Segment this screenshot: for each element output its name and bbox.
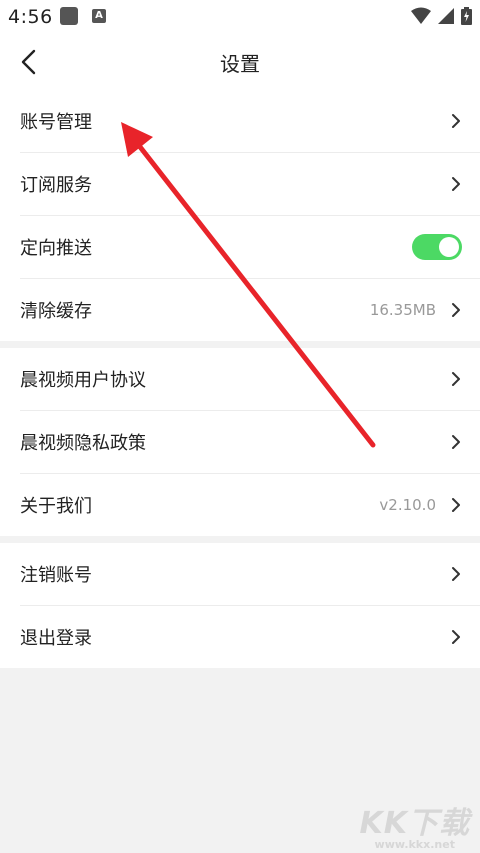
row-label: 晨视频用户协议 xyxy=(20,370,146,391)
row-label: 注销账号 xyxy=(20,565,92,586)
row-label: 关于我们 xyxy=(20,496,92,517)
watermark-url: www.kkx.net xyxy=(374,838,455,851)
status-time: 4:56 xyxy=(8,6,53,28)
font-app-notification-icon: A xyxy=(92,9,106,23)
targeted-push-toggle[interactable] xyxy=(412,234,462,260)
chevron-right-icon xyxy=(452,372,460,386)
clear-cache-row[interactable]: 清除缓存 16.35MB xyxy=(20,279,480,341)
about-us-row[interactable]: 关于我们 v2.10.0 xyxy=(20,474,480,536)
account-management-row[interactable]: 账号管理 xyxy=(20,90,480,153)
targeted-push-row: 定向推送 xyxy=(20,216,480,279)
row-label: 定向推送 xyxy=(20,238,92,259)
chevron-right-icon xyxy=(452,114,460,128)
status-icons xyxy=(411,7,472,25)
chevron-right-icon xyxy=(452,177,460,191)
wifi-icon xyxy=(411,7,431,24)
signal-icon xyxy=(438,8,454,24)
settings-group-account: 账号管理 订阅服务 定向推送 清除缓存 16.35MB xyxy=(0,90,480,341)
chevron-right-icon xyxy=(452,567,460,581)
row-label: 晨视频隐私政策 xyxy=(20,433,146,454)
chevron-right-icon xyxy=(452,498,460,512)
row-label: 订阅服务 xyxy=(20,175,92,196)
chevron-right-icon xyxy=(452,630,460,644)
logout-row[interactable]: 退出登录 xyxy=(20,606,480,668)
toggle-knob xyxy=(439,237,459,257)
row-label: 退出登录 xyxy=(20,628,92,649)
subscription-service-row[interactable]: 订阅服务 xyxy=(20,153,480,216)
delete-account-row[interactable]: 注销账号 xyxy=(20,543,480,606)
privacy-policy-row[interactable]: 晨视频隐私政策 xyxy=(20,411,480,474)
page-title: 设置 xyxy=(220,52,260,76)
watermark: KK下载 www.kkx.net xyxy=(360,798,471,851)
row-label: 清除缓存 xyxy=(20,301,92,322)
app-notification-icon xyxy=(60,7,78,25)
chevron-right-icon xyxy=(452,303,460,317)
user-agreement-row[interactable]: 晨视频用户协议 xyxy=(20,348,480,411)
cache-size-value: 16.35MB xyxy=(369,301,436,319)
status-bar: 4:56 A xyxy=(0,0,480,34)
settings-group-about: 晨视频用户协议 晨视频隐私政策 关于我们 v2.10.0 xyxy=(0,348,480,536)
battery-charging-icon xyxy=(461,7,472,25)
version-value: v2.10.0 xyxy=(379,496,436,514)
settings-group-session: 注销账号 退出登录 xyxy=(0,543,480,668)
top-app-bar: 设置 xyxy=(0,34,480,90)
watermark-logo: KK下载 xyxy=(359,806,470,841)
chevron-right-icon xyxy=(452,435,460,449)
row-label: 账号管理 xyxy=(20,112,92,133)
